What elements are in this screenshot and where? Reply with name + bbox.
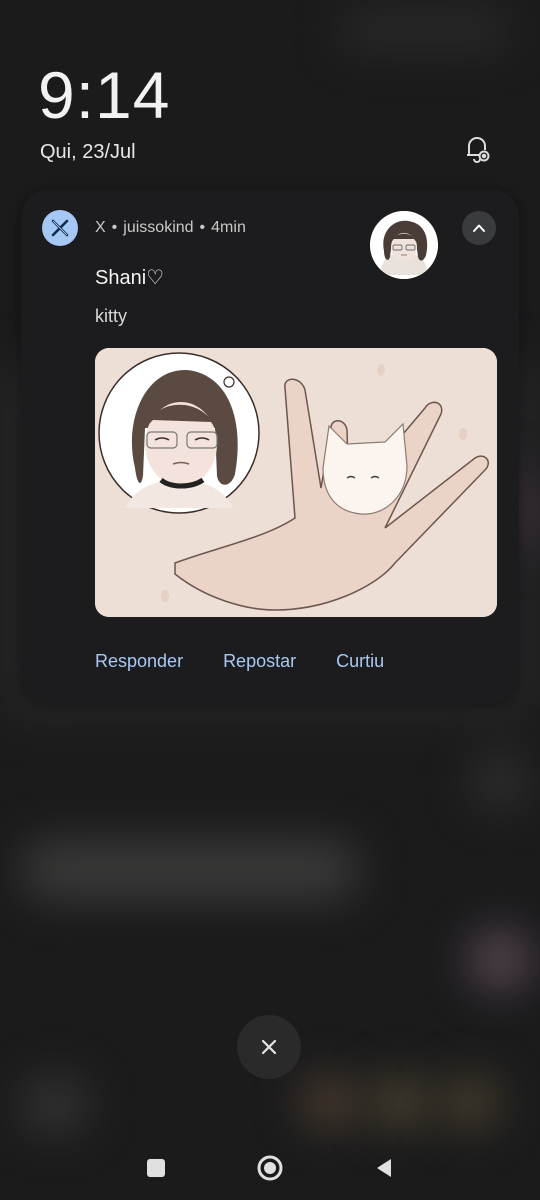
notification-text: kitty <box>95 306 128 326</box>
app-name: X <box>95 219 106 236</box>
back-icon[interactable] <box>370 1154 398 1182</box>
attached-image[interactable] <box>95 348 497 617</box>
like-button[interactable]: Curtiu <box>336 651 384 672</box>
notification-card[interactable]: X • juissokind • 4min Shani♡ kitty Respo… <box>21 189 519 703</box>
lockscreen-date: Qui, 23/Jul <box>40 141 136 163</box>
avatar <box>370 211 438 279</box>
home-icon[interactable] <box>256 1154 284 1182</box>
navigation-bar <box>0 1134 540 1200</box>
lockscreen-clock: 9:14 <box>38 58 171 132</box>
notification-title: Shani♡ <box>95 267 165 289</box>
chevron-up-icon[interactable] <box>462 211 496 245</box>
notification-settings-icon[interactable] <box>460 132 494 166</box>
x-logo-icon <box>42 210 78 246</box>
reply-button[interactable]: Responder <box>95 651 183 672</box>
recents-icon[interactable] <box>142 1154 170 1182</box>
notification-age: 4min <box>211 219 246 236</box>
notification-header: X • juissokind • 4min <box>95 219 246 236</box>
close-icon[interactable] <box>237 1015 301 1079</box>
repost-button[interactable]: Repostar <box>223 651 296 672</box>
account-name: juissokind <box>123 219 194 236</box>
notification-actions: Responder Repostar Curtiu <box>95 651 384 672</box>
